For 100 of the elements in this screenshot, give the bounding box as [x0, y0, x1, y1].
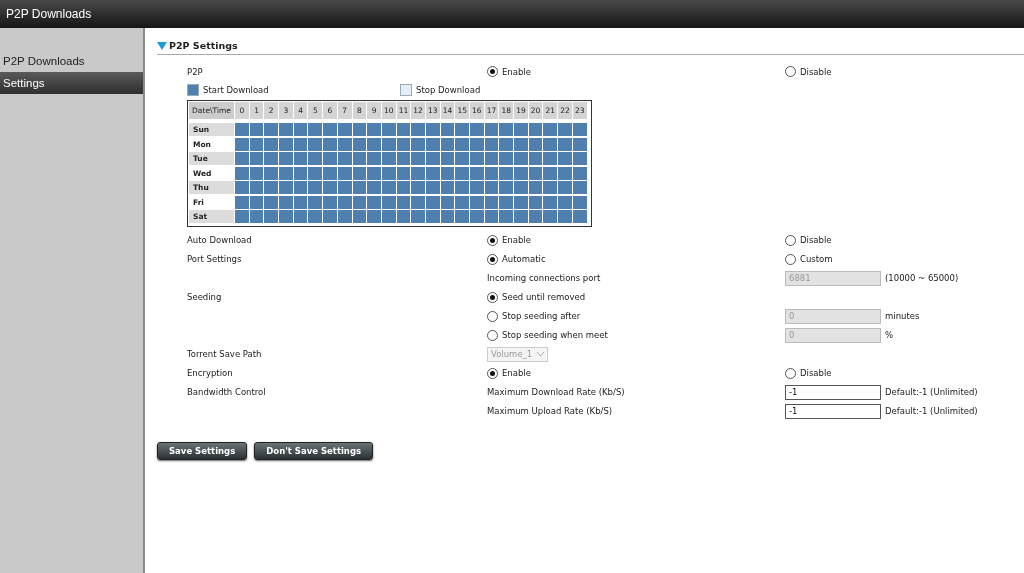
schedule-slot[interactable] — [235, 166, 249, 180]
radio-button[interactable] — [785, 367, 796, 379]
schedule-slot[interactable] — [235, 137, 249, 151]
schedule-slot[interactable] — [514, 195, 528, 209]
schedule-slot[interactable] — [337, 166, 352, 180]
schedule-slot[interactable] — [381, 137, 396, 151]
schedule-slot[interactable] — [528, 137, 543, 151]
schedule-slot[interactable] — [381, 123, 396, 136]
schedule-slot[interactable] — [558, 166, 572, 180]
schedule-slot[interactable] — [337, 210, 352, 223]
schedule-slot[interactable] — [352, 210, 367, 223]
schedule-slot[interactable] — [514, 166, 528, 180]
schedule-slot[interactable] — [264, 123, 279, 136]
schedule-slot[interactable] — [249, 181, 264, 194]
schedule-slot[interactable] — [293, 166, 308, 180]
schedule-slot[interactable] — [367, 166, 381, 180]
schedule-slot[interactable] — [543, 123, 558, 136]
radio-button[interactable] — [487, 367, 498, 379]
schedule-slot[interactable] — [323, 166, 337, 180]
schedule-slot[interactable] — [352, 137, 367, 151]
radio-label[interactable]: Enable — [502, 235, 531, 245]
schedule-slot[interactable] — [249, 152, 264, 165]
schedule-slot[interactable] — [352, 123, 367, 136]
settings-button[interactable]: Save Settings — [157, 441, 248, 460]
schedule-slot[interactable] — [440, 137, 455, 151]
schedule-slot[interactable] — [528, 166, 543, 180]
schedule-slot[interactable] — [440, 166, 455, 180]
radio-label[interactable]: Stop seeding when meet — [502, 330, 608, 340]
schedule-slot[interactable] — [323, 195, 337, 209]
schedule-slot[interactable] — [543, 152, 558, 165]
schedule-slot[interactable] — [499, 123, 514, 136]
schedule-slot[interactable] — [264, 181, 279, 194]
radio-label[interactable]: Enable — [502, 368, 531, 378]
schedule-slot[interactable] — [293, 181, 308, 194]
schedule-slot[interactable] — [249, 195, 264, 209]
schedule-slot[interactable] — [308, 181, 323, 194]
schedule-slot[interactable] — [381, 152, 396, 165]
schedule-slot[interactable] — [308, 137, 323, 151]
schedule-slot[interactable] — [411, 137, 425, 151]
schedule-slot[interactable] — [543, 181, 558, 194]
schedule-slot[interactable] — [572, 210, 587, 223]
radio-label[interactable]: Enable — [502, 66, 531, 77]
schedule-slot[interactable] — [425, 137, 440, 151]
schedule-slot[interactable] — [543, 195, 558, 209]
schedule-slot[interactable] — [484, 123, 499, 136]
schedule-slot[interactable] — [396, 181, 411, 194]
schedule-slot[interactable] — [396, 210, 411, 223]
schedule-slot[interactable] — [352, 195, 367, 209]
schedule-slot[interactable] — [499, 210, 514, 223]
schedule-slot[interactable] — [484, 195, 499, 209]
schedule-slot[interactable] — [381, 166, 396, 180]
schedule-slot[interactable] — [367, 195, 381, 209]
schedule-slot[interactable] — [337, 195, 352, 209]
schedule-slot[interactable] — [337, 137, 352, 151]
schedule-slot[interactable] — [308, 166, 323, 180]
radio-button[interactable] — [785, 66, 796, 77]
schedule-slot[interactable] — [249, 137, 264, 151]
radio-button[interactable] — [487, 66, 498, 77]
radio-label[interactable]: Stop seeding after — [502, 311, 581, 321]
schedule-slot[interactable] — [308, 195, 323, 209]
schedule-slot[interactable] — [484, 166, 499, 180]
schedule-slot[interactable] — [470, 195, 484, 209]
radio-button[interactable] — [785, 253, 796, 265]
schedule-slot[interactable] — [308, 210, 323, 223]
schedule-slot[interactable] — [455, 166, 469, 180]
schedule-slot[interactable] — [528, 152, 543, 165]
schedule-slot[interactable] — [264, 152, 279, 165]
schedule-slot[interactable] — [425, 210, 440, 223]
radio-button[interactable] — [487, 234, 498, 246]
schedule-slot[interactable] — [337, 181, 352, 194]
radio-label[interactable]: Automatic — [502, 254, 546, 264]
sidebar-item[interactable]: P2P Downloads — [0, 50, 143, 72]
schedule-slot[interactable] — [572, 137, 587, 151]
schedule-slot[interactable] — [352, 166, 367, 180]
schedule-slot[interactable] — [455, 137, 469, 151]
schedule-slot[interactable] — [440, 123, 455, 136]
schedule-slot[interactable] — [308, 152, 323, 165]
schedule-slot[interactable] — [293, 152, 308, 165]
radio-button[interactable] — [487, 291, 498, 303]
schedule-slot[interactable] — [470, 166, 484, 180]
schedule-slot[interactable] — [425, 195, 440, 209]
radio-button[interactable] — [785, 234, 796, 246]
schedule-slot[interactable] — [293, 195, 308, 209]
schedule-slot[interactable] — [440, 210, 455, 223]
schedule-slot[interactable] — [367, 137, 381, 151]
schedule-slot[interactable] — [249, 166, 264, 180]
schedule-slot[interactable] — [352, 181, 367, 194]
schedule-slot[interactable] — [514, 137, 528, 151]
schedule-slot[interactable] — [279, 166, 293, 180]
schedule-slot[interactable] — [425, 166, 440, 180]
schedule-slot[interactable] — [499, 152, 514, 165]
radio-button[interactable] — [487, 253, 498, 265]
schedule-slot[interactable] — [572, 123, 587, 136]
radio-button[interactable] — [487, 310, 498, 322]
schedule-slot[interactable] — [440, 152, 455, 165]
radio-label[interactable]: Disable — [800, 66, 832, 77]
schedule-slot[interactable] — [279, 195, 293, 209]
schedule-slot[interactable] — [528, 210, 543, 223]
schedule-slot[interactable] — [440, 181, 455, 194]
schedule-slot[interactable] — [528, 123, 543, 136]
